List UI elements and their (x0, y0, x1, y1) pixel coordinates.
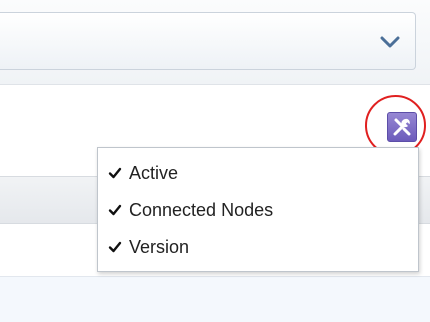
chevron-down-icon[interactable] (379, 35, 401, 49)
dropdown-select[interactable] (0, 12, 416, 70)
menu-item-label: Active (129, 163, 179, 183)
column-settings-button[interactable] (387, 112, 417, 142)
page: Active Connected Nodes Version (0, 0, 430, 322)
tools-icon (393, 118, 411, 136)
check-icon (108, 167, 122, 179)
check-icon (108, 241, 122, 253)
top-bar (0, 0, 430, 85)
check-icon (108, 204, 122, 216)
menu-item-version[interactable]: Version (108, 234, 408, 260)
menu-item-label: Connected Nodes (129, 200, 274, 220)
menu-item-label: Version (129, 237, 190, 257)
grid-row (0, 276, 430, 322)
menu-item-active[interactable]: Active (108, 160, 408, 186)
menu-item-connected-nodes[interactable]: Connected Nodes (108, 197, 408, 223)
column-menu: Active Connected Nodes Version (97, 147, 419, 272)
